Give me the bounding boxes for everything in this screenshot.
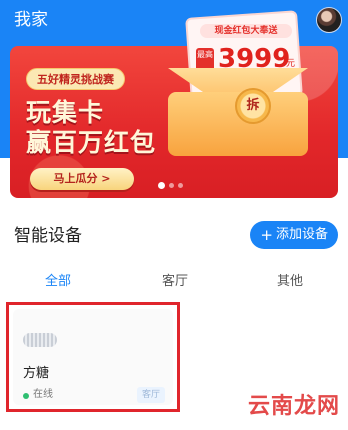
carousel-dot (169, 182, 174, 188)
tab-other[interactable]: 其他 (277, 270, 303, 294)
user-avatar[interactable] (316, 7, 342, 33)
open-envelope-seal[interactable]: 拆 (235, 88, 271, 124)
device-card[interactable]: 方糖 在线 客厅 (6, 302, 180, 412)
online-status-icon (23, 393, 29, 399)
device-name: 方糖 (23, 366, 50, 381)
tab-living-room[interactable]: 客厅 (162, 270, 188, 294)
device-icon (23, 333, 57, 347)
watermark: 云南龙网 (247, 394, 340, 419)
carousel-indicator (158, 181, 183, 189)
device-room-tag: 客厅 (136, 387, 165, 403)
device-status: 在线 (33, 389, 53, 400)
page-title: 我家 (14, 10, 48, 30)
banner-headline-2: 赢百万红包 (26, 128, 157, 157)
device-tabs: 全部 客厅 其他 (0, 270, 348, 298)
banner-badge: 五好精灵挑战赛 (26, 68, 125, 90)
banner-headline-1: 玩集卡 (26, 98, 105, 127)
plus-icon: + (260, 226, 273, 244)
carousel-dot (178, 182, 183, 188)
banner-cta-button[interactable]: 马上瓜分 > (30, 168, 134, 190)
ticket-label: 现金红包大奉送 (200, 24, 292, 38)
add-device-label: 添加设备 (275, 227, 328, 242)
section-title: 智能设备 (14, 226, 82, 246)
tab-all[interactable]: 全部 (45, 270, 71, 294)
carousel-dot (158, 181, 165, 189)
add-device-button[interactable]: + 添加设备 (250, 221, 338, 249)
